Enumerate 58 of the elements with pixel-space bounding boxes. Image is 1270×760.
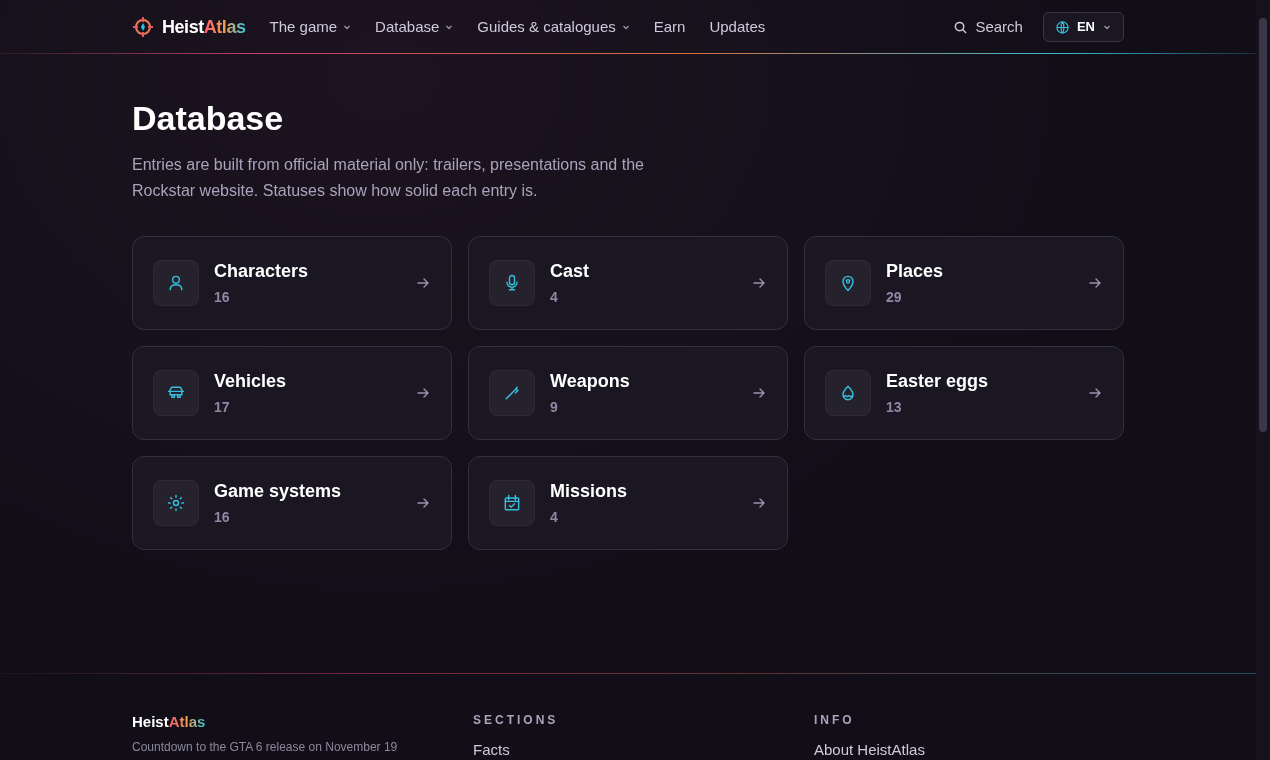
card-title: Places: [886, 260, 944, 283]
arrow-right-icon: [417, 277, 429, 289]
entry-count: 17: [214, 398, 231, 417]
category-card[interactable]: Vehicles 17: [132, 346, 452, 440]
nav-link[interactable]: Earn: [653, 15, 686, 39]
page-title: Database: [132, 98, 285, 138]
chevron-down-icon: [343, 23, 352, 31]
category-card[interactable]: Places 29: [804, 236, 1124, 330]
arrow-right-icon: [1089, 277, 1101, 289]
entry-count: 13: [886, 398, 903, 417]
entry-count: 4: [550, 288, 559, 307]
entry-count: 29: [886, 288, 903, 307]
crosshair-logo-icon: [132, 16, 154, 38]
card-title: Characters: [214, 260, 309, 283]
nav-link[interactable]: Database: [375, 15, 454, 39]
arrow-right-icon: [417, 497, 429, 509]
card-title: Easter eggs: [886, 370, 989, 393]
scrollbar-thumb[interactable]: [1259, 18, 1267, 432]
chevron-down-icon: [445, 23, 454, 31]
category-card[interactable]: Game systems 16: [132, 456, 452, 550]
arrow-right-icon: [753, 387, 765, 399]
language-selector[interactable]: EN: [1042, 12, 1124, 42]
logo[interactable]: HeistAtlas: [162, 13, 246, 41]
nav-link[interactable]: The game: [269, 15, 352, 39]
entry-count: 16: [214, 508, 231, 527]
category-card[interactable]: Weapons 9: [468, 346, 788, 440]
nav-link[interactable]: Updates: [709, 15, 766, 39]
footer-heading: SECTIONS: [473, 712, 560, 728]
card-title: Missions: [550, 480, 628, 503]
entry-count: 4: [550, 508, 559, 527]
intro-text: Entries are built from official material only: trailers, presentations and the Rockstar website. Statuses show how solid each entry is.: [132, 155, 645, 201]
calendar-check-icon: [502, 493, 522, 513]
globe-icon: [1055, 20, 1069, 34]
chevron-down-icon: [621, 23, 630, 31]
entry-count: 9: [550, 398, 559, 417]
footer-heading: INFO: [814, 712, 856, 728]
category-card[interactable]: Cast 4: [468, 236, 788, 330]
category-card[interactable]: Easter eggs 13: [804, 346, 1124, 440]
category-card[interactable]: Characters 16: [132, 236, 452, 330]
footer-link[interactable]: Facts: [473, 741, 814, 759]
card-title: Vehicles: [214, 370, 287, 393]
chevron-down-icon: [1103, 23, 1111, 31]
arrow-right-icon: [1089, 387, 1101, 399]
arrow-right-icon: [417, 387, 429, 399]
search-icon: [954, 20, 968, 34]
footer-tagline: Countdown to the GTA 6 release on November 19: [132, 740, 399, 754]
footer-logo[interactable]: HeistAtlas: [132, 712, 473, 732]
footer-link[interactable]: About HeistAtlas: [814, 741, 1124, 759]
arrow-right-icon: [753, 497, 765, 509]
entry-count: 16: [214, 288, 231, 307]
arrow-right-icon: [753, 277, 765, 289]
nav-link[interactable]: Guides & catalogues: [477, 15, 630, 39]
sun-icon: [166, 493, 186, 513]
category-card[interactable]: Missions 4: [468, 456, 788, 550]
card-title: Cast: [550, 260, 589, 283]
card-title: Weapons: [550, 370, 630, 393]
search-button[interactable]: Search: [946, 11, 1031, 43]
card-title: Game systems: [214, 480, 342, 503]
